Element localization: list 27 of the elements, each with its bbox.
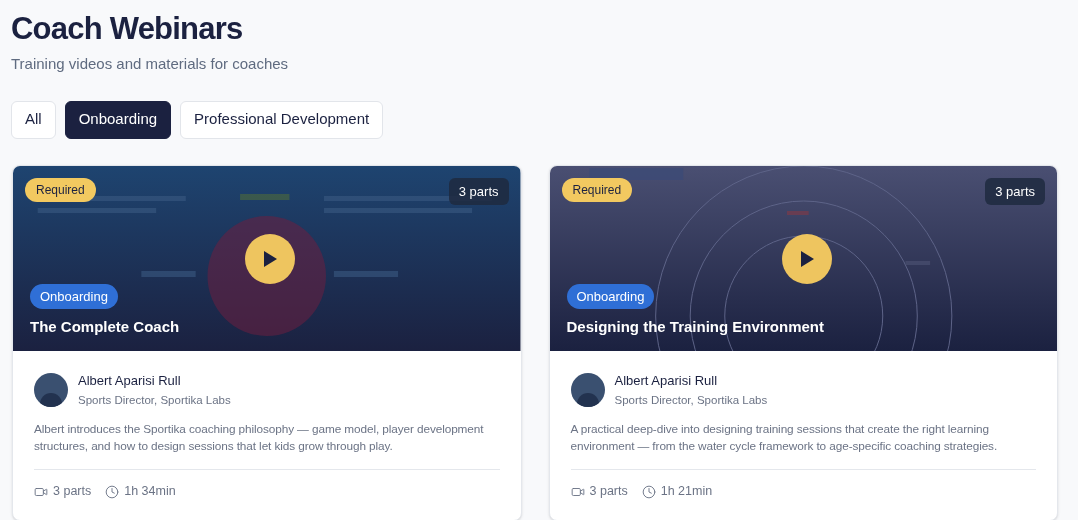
avatar bbox=[570, 372, 605, 407]
filter-tab[interactable]: Professional Development bbox=[180, 100, 384, 139]
webinar-card[interactable] bbox=[548, 164, 1058, 520]
filter-tab[interactable]: All bbox=[11, 100, 56, 139]
webinar-card[interactable] bbox=[12, 164, 522, 520]
duration: 1h 21min bbox=[660, 483, 713, 501]
avatar bbox=[34, 372, 68, 407]
duration: 1h 34min bbox=[124, 483, 176, 501]
webinar-title: Designing the Training Environment bbox=[566, 316, 825, 337]
presenter-role: Sports Director, Sportika Labs bbox=[78, 393, 231, 408]
presenter-name: Albert Aparisi Rull bbox=[78, 371, 182, 390]
parts-badge: 3 parts bbox=[448, 177, 509, 205]
webinar-title: The Complete Coach bbox=[30, 316, 180, 337]
clock-icon bbox=[641, 484, 656, 499]
page-title: Coach Webinars bbox=[11, 10, 244, 48]
webinar-description: A practical deep-dive into designing training sessions that create the right learning environment — from the water cycle framework to age-specific coaching strategies. bbox=[570, 421, 999, 456]
parts-badge: 3 parts bbox=[985, 177, 1045, 205]
presenter-name: Albert Aparisi Rull bbox=[614, 371, 719, 390]
webinar-description: Albert introduces the Sportika coaching philosophy — game model, player development structures, and how to design sessions that let kids grow through play. bbox=[34, 421, 485, 456]
page-subtitle: Training videos and materials for coaches bbox=[11, 54, 290, 74]
clock-icon bbox=[105, 484, 120, 499]
play-icon bbox=[262, 249, 278, 268]
presenter-role: Sports Director, Sportika Labs bbox=[614, 393, 768, 408]
filter-tab[interactable]: Onboarding bbox=[64, 100, 172, 139]
play-icon bbox=[798, 249, 815, 268]
parts-count: 3 parts bbox=[589, 483, 628, 501]
parts-count: 3 parts bbox=[53, 483, 92, 501]
